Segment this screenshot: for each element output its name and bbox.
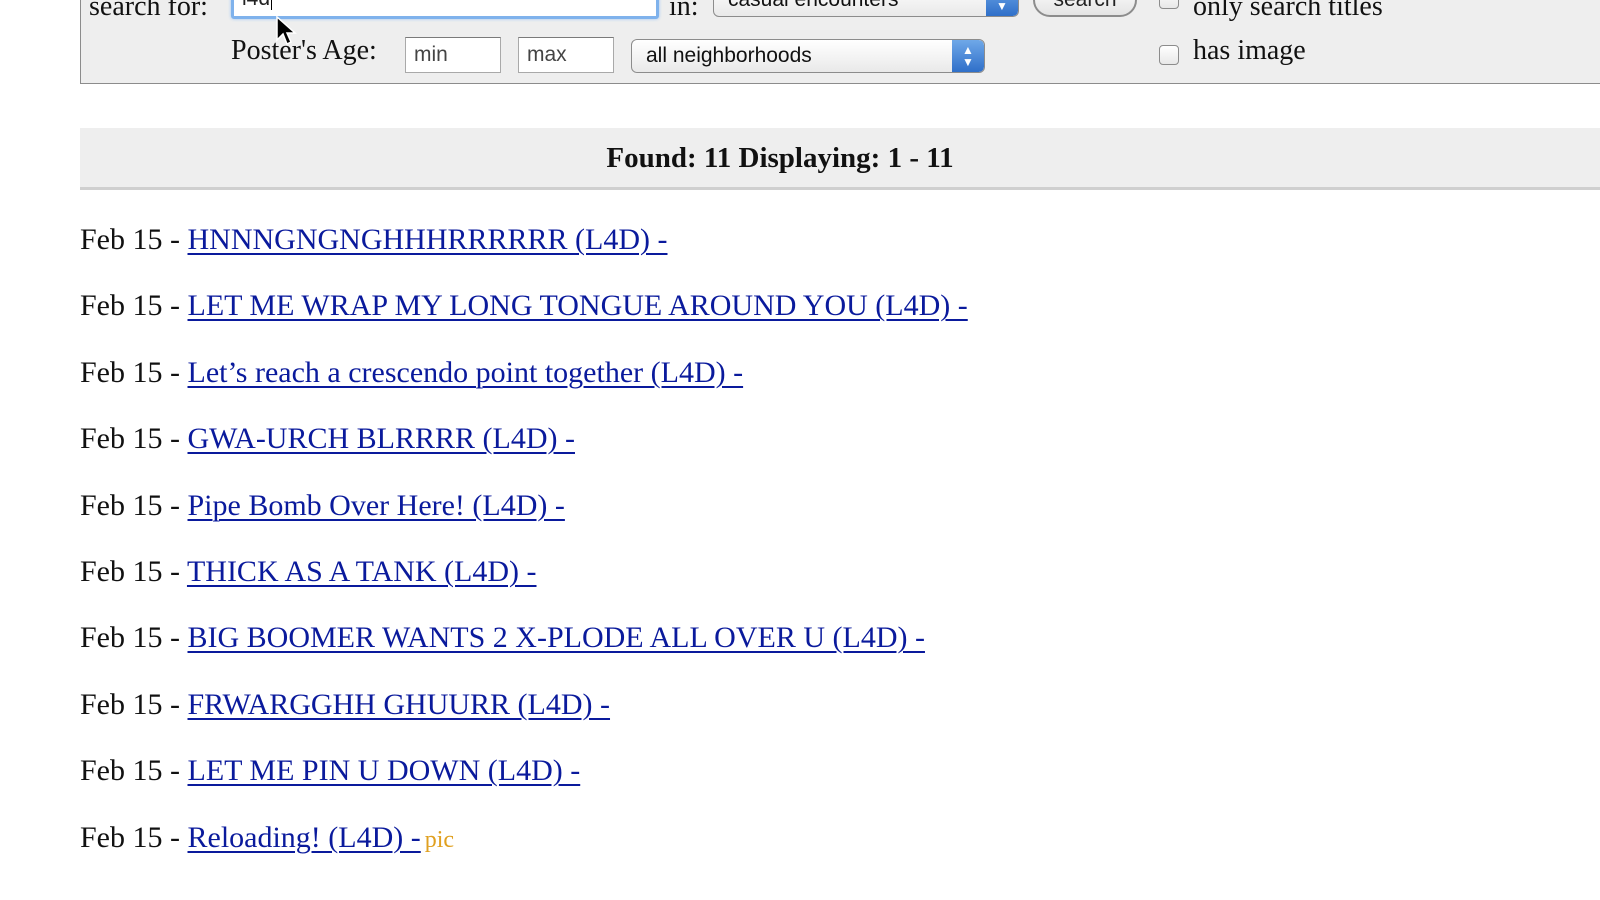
list-item: Feb 15 - BIG BOOMER WANTS 2 X-PLODE ALL … (80, 616, 1580, 682)
list-item: Feb 15 - Reloading! (L4D) - pic (80, 816, 1580, 882)
results-list: Feb 15 - HNNNGNGNGHHHRRRRRR (L4D) - Feb … (80, 218, 1580, 882)
list-item: Feb 15 - Pipe Bomb Over Here! (L4D) - (80, 484, 1580, 550)
list-item: Feb 15 - LET ME WRAP MY LONG TONGUE AROU… (80, 284, 1580, 350)
age-min-input[interactable]: min (405, 37, 501, 73)
list-item: Feb 15 - Let’s reach a crescendo point t… (80, 351, 1580, 417)
post-title-link[interactable]: GWA-URCH BLRRRR (L4D) - (188, 422, 576, 455)
post-date: Feb 15 - (80, 488, 188, 522)
post-date: Feb 15 - (80, 422, 188, 456)
pic-tag: pic (424, 826, 455, 853)
post-title-link[interactable]: Reloading! (L4D) - (188, 821, 421, 854)
updown-chevron-icon: ▲▼ (952, 40, 984, 72)
in-label: in: (669, 0, 699, 22)
post-title-link[interactable]: LET ME PIN U DOWN (L4D) - (188, 754, 581, 787)
has-image-checkbox[interactable] (1159, 45, 1179, 65)
search-button[interactable]: search (1033, 0, 1137, 17)
post-title-link[interactable]: THICK AS A TANK (L4D) - (187, 555, 537, 588)
post-title-link[interactable]: HNNNGNGNGHHHRRRRRR (L4D) - (188, 223, 668, 256)
only-search-titles-label: only search titles (1193, 0, 1383, 22)
post-title-link[interactable]: LET ME WRAP MY LONG TONGUE AROUND YOU (L… (188, 289, 968, 322)
list-item: Feb 15 - THICK AS A TANK (L4D) - (80, 550, 1580, 616)
list-item: Feb 15 - GWA-URCH BLRRRR (L4D) - (80, 417, 1580, 483)
post-date: Feb 15 - (80, 554, 187, 588)
category-select[interactable]: casual encounters ▲▼ (713, 0, 1019, 17)
post-title-link[interactable]: Pipe Bomb Over Here! (L4D) - (188, 489, 565, 522)
neighborhood-selected-value: all neighborhoods (646, 44, 812, 67)
category-selected-value: casual encounters (728, 0, 898, 11)
post-date: Feb 15 - (80, 621, 188, 655)
mouse-pointer-icon (276, 16, 297, 46)
search-for-label: search for: (89, 0, 208, 22)
has-image-label: has image (1193, 35, 1306, 66)
post-title-link[interactable]: FRWARGGHH GHUURR (L4D) - (188, 688, 611, 721)
post-title-link[interactable]: Let’s reach a crescendo point together (… (188, 356, 744, 389)
only-search-titles-checkbox[interactable] (1159, 0, 1179, 9)
post-date: Feb 15 - (80, 289, 188, 323)
post-date: Feb 15 - (80, 687, 188, 721)
results-count: Found: 11 Displaying: 1 - 11 (606, 142, 954, 174)
search-query-value: l4d (242, 0, 270, 10)
post-title-link[interactable]: BIG BOOMER WANTS 2 X-PLODE ALL OVER U (L… (188, 621, 925, 654)
updown-chevron-icon: ▲▼ (986, 0, 1018, 16)
search-form: search for: l4d in: casual encounters ▲▼… (80, 0, 1600, 84)
post-date: Feb 15 - (80, 355, 188, 389)
posters-age-label: Poster's Age: (231, 35, 377, 66)
post-date: Feb 15 - (80, 754, 188, 788)
post-date: Feb 15 - (80, 820, 188, 854)
age-max-input[interactable]: max (518, 37, 614, 73)
results-summary-bar: Found: 11 Displaying: 1 - 11 (80, 128, 1600, 190)
list-item: Feb 15 - FRWARGGHH GHUURR (L4D) - (80, 683, 1580, 749)
neighborhood-select[interactable]: all neighborhoods ▲ ▼ (631, 39, 985, 73)
text-caret (271, 0, 273, 11)
post-date: Feb 15 - (80, 223, 188, 256)
list-item: Feb 15 - HNNNGNGNGHHHRRRRRR (L4D) - (80, 218, 1580, 284)
list-item: Feb 15 - LET ME PIN U DOWN (L4D) - (80, 749, 1580, 815)
